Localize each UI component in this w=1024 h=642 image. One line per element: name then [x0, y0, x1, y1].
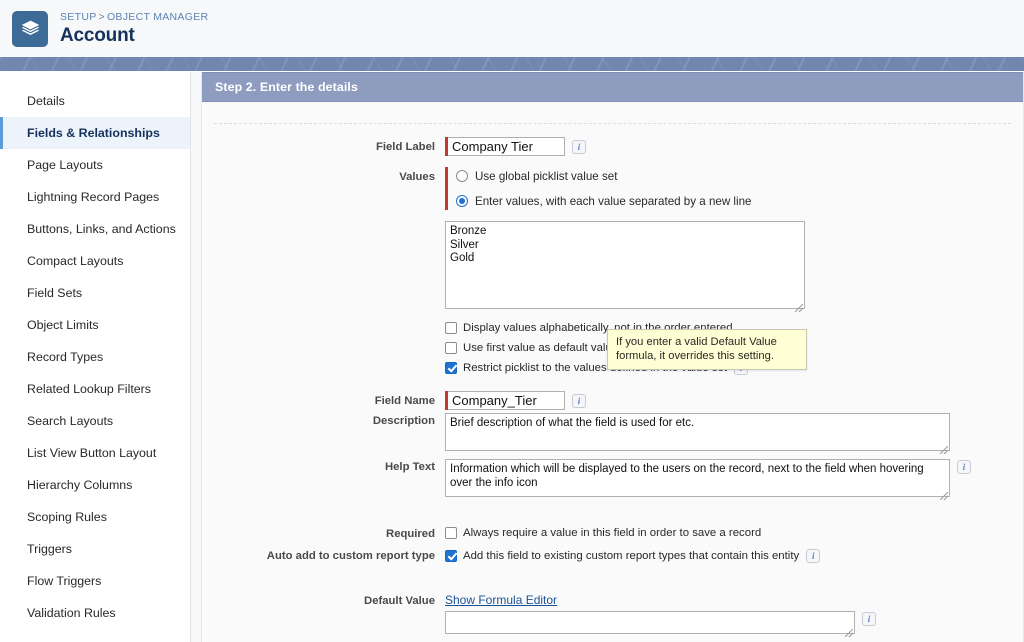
values-textarea[interactable]: Bronze Silver Gold — [445, 221, 805, 309]
page-title: Account — [60, 24, 135, 46]
values-radio-group: Use global picklist value set Enter valu… — [448, 167, 751, 210]
field-name-control: i — [445, 391, 1023, 410]
values-option-enter-values[interactable]: Enter values, with each value separated … — [448, 192, 751, 210]
values-label: Values — [399, 171, 435, 183]
help-text-control: Information which will be displayed to t… — [445, 459, 1023, 502]
auto-add-report-type-info-icon[interactable]: i — [806, 549, 821, 563]
decorative-blue-band — [0, 57, 1024, 72]
field-label-control: i — [445, 137, 1023, 156]
breadcrumb-object-manager[interactable]: OBJECT MANAGER — [107, 11, 208, 23]
required-row: Required Always require a value in this … — [202, 526, 1023, 545]
checkbox-auto-add-report-type-label: Add this field to existing custom report… — [463, 549, 800, 562]
sidebar-item-related-lookup-filters[interactable]: Related Lookup Filters — [0, 373, 190, 405]
sidebar-item-flow-triggers[interactable]: Flow Triggers — [0, 565, 190, 597]
default-value-control: Show Formula Editor i Use formula syntax… — [445, 593, 1023, 642]
field-details-form: Field Label i Values — [202, 124, 1023, 642]
default-value-textarea-wrapper — [445, 611, 855, 639]
field-label-input[interactable] — [448, 137, 565, 156]
app-header: SETUP > OBJECT MANAGER Account — [0, 0, 1024, 57]
field-name-input[interactable] — [448, 391, 565, 410]
auto-add-report-type-row: Auto add to custom report type Add this … — [202, 548, 1023, 568]
auto-add-report-type-control: Add this field to existing custom report… — [445, 548, 1023, 568]
field-name-label: Field Name — [374, 395, 435, 407]
sidebar-item-scoping-rules[interactable]: Scoping Rules — [0, 501, 190, 533]
default-value-stack: Show Formula Editor i Use formula syntax… — [445, 593, 876, 642]
sidebar-item-triggers[interactable]: Triggers — [0, 533, 190, 565]
card-top-spacer — [202, 102, 1023, 123]
card-body: Field Label i Values — [202, 102, 1023, 642]
required-label: Required — [386, 528, 435, 540]
breadcrumb: SETUP > OBJECT MANAGER — [60, 11, 208, 24]
sidebar-item-search-layouts[interactable]: Search Layouts — [0, 405, 190, 437]
values-control: Use global picklist value set Enter valu… — [445, 167, 1023, 210]
sidebar-item-details[interactable]: Details — [0, 85, 190, 117]
checkbox-auto-add-report-type-box[interactable] — [445, 549, 457, 562]
values-entry-spacer — [202, 221, 445, 224]
checkbox-use-first-value-default-box[interactable] — [445, 341, 457, 354]
help-text-textarea[interactable]: Information which will be displayed to t… — [445, 459, 950, 497]
field-name-row: Field Name i — [202, 391, 1023, 410]
checkbox-use-first-value-default-label: Use first value as default value — [463, 341, 619, 354]
description-label: Description — [372, 415, 435, 427]
sidebar-item-record-types[interactable]: Record Types — [0, 341, 190, 373]
radio-enter-values[interactable] — [456, 195, 468, 207]
field-label-row: Field Label i — [202, 137, 1023, 156]
description-textarea-wrapper: Brief description of what the field is u… — [445, 413, 950, 456]
help-text-label: Help Text — [384, 461, 435, 473]
default-value-textarea[interactable] — [445, 611, 855, 634]
checkbox-restrict-picklist-box[interactable] — [445, 361, 457, 374]
new-custom-field-card: Step 2. Enter the details Field Label i — [201, 72, 1024, 642]
default-value-input-line: i — [445, 611, 876, 639]
auto-add-report-type-label: Auto add to custom report type — [266, 550, 435, 562]
sidebar-item-lightning-record-pages[interactable]: Lightning Record Pages — [0, 181, 190, 213]
help-text-row: Help Text Information which will be disp… — [202, 459, 1023, 502]
sidebar-item-field-sets[interactable]: Field Sets — [0, 277, 190, 309]
sidebar-item-compact-layouts[interactable]: Compact Layouts — [0, 245, 190, 277]
radio-global-picklist[interactable] — [456, 170, 468, 182]
sidebar-item-validation-rules[interactable]: Validation Rules — [0, 597, 190, 629]
checkbox-always-require-value[interactable]: Always require a value in this field in … — [445, 526, 761, 540]
body-wrapper: Details Fields & Relationships Page Layo… — [0, 72, 1024, 642]
show-formula-editor-link[interactable]: Show Formula Editor — [445, 593, 876, 608]
sidebar-item-buttons-links-and-actions[interactable]: Buttons, Links, and Actions — [0, 213, 190, 245]
sidebar-item-object-limits[interactable]: Object Limits — [0, 309, 190, 341]
values-textarea-wrapper: Bronze Silver Gold — [445, 221, 805, 314]
values-option-global-picklist-label: Use global picklist value set — [475, 169, 618, 183]
field-name-info-icon[interactable]: i — [572, 394, 586, 408]
help-text-textarea-wrapper: Information which will be displayed to t… — [445, 459, 950, 502]
header-text-block: SETUP > OBJECT MANAGER Account — [60, 11, 208, 47]
sidebar-item-list-view-button-layout[interactable]: List View Button Layout — [0, 437, 190, 469]
default-value-override-tooltip: If you enter a valid Default Value formu… — [607, 329, 807, 370]
description-textarea[interactable]: Brief description of what the field is u… — [445, 413, 950, 451]
default-value-row: Default Value Show Formula Editor i — [202, 593, 1023, 642]
breadcrumb-setup[interactable]: SETUP — [60, 11, 97, 23]
checkbox-display-alphabetically-box[interactable] — [445, 322, 457, 334]
default-value-label: Default Value — [364, 595, 435, 607]
default-value-info-icon[interactable]: i — [862, 612, 876, 626]
breadcrumb-separator: > — [98, 10, 105, 23]
values-option-global-picklist[interactable]: Use global picklist value set — [448, 167, 751, 185]
required-control: Always require a value in this field in … — [445, 526, 1023, 545]
sidebar-item-fields-and-relationships[interactable]: Fields & Relationships — [0, 117, 190, 149]
values-option-enter-values-label: Enter values, with each value separated … — [475, 194, 752, 208]
values-row: Values Use global picklist value set Ent… — [202, 167, 1023, 210]
description-row: Description Brief description of what th… — [202, 413, 1023, 456]
checkbox-auto-add-report-type[interactable]: Add this field to existing custom report… — [445, 548, 821, 563]
sidebar-item-hierarchy-columns[interactable]: Hierarchy Columns — [0, 469, 190, 501]
sidebar-item-page-layouts[interactable]: Page Layouts — [0, 149, 190, 181]
field-label-label: Field Label — [375, 141, 435, 153]
description-control: Brief description of what the field is u… — [445, 413, 1023, 456]
field-label-info-icon[interactable]: i — [572, 140, 586, 154]
step-header: Step 2. Enter the details — [202, 72, 1023, 102]
checkbox-always-require-value-label: Always require a value in this field in … — [463, 527, 762, 539]
main-content: Step 2. Enter the details Field Label i — [191, 72, 1024, 642]
checkbox-always-require-value-box[interactable] — [445, 527, 457, 539]
object-manager-app-icon — [12, 10, 48, 47]
object-manager-sidebar: Details Fields & Relationships Page Layo… — [0, 72, 191, 642]
help-text-info-icon[interactable]: i — [957, 460, 971, 474]
